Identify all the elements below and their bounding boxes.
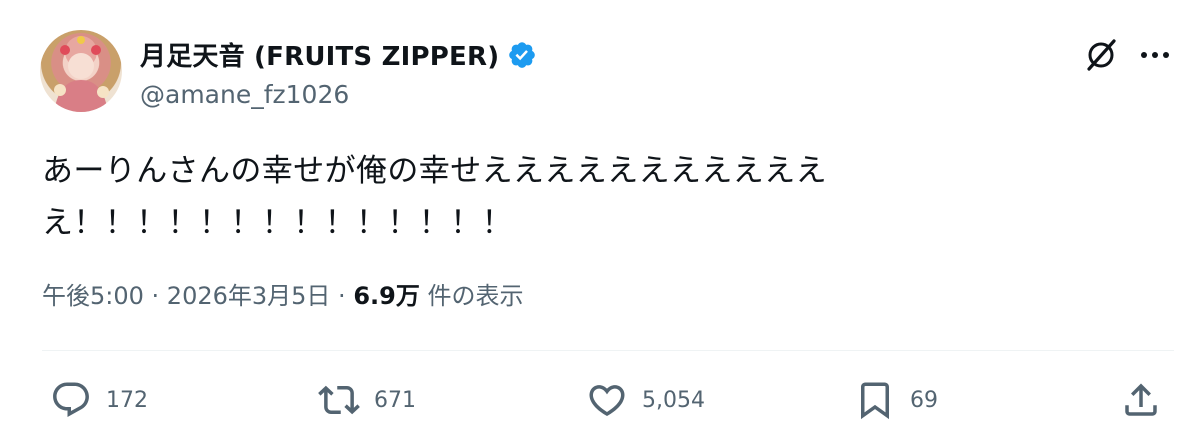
reply-button[interactable]: 172 xyxy=(50,378,148,422)
display-name[interactable]: 月足天音 (FRUITS ZIPPER) xyxy=(140,36,499,73)
view-count[interactable]: 6.9万 xyxy=(353,282,420,310)
bookmark-icon xyxy=(861,382,889,420)
heart-icon xyxy=(589,385,625,417)
more-options-icon[interactable] xyxy=(1136,36,1174,74)
tweet-date[interactable]: 2026年3月5日 xyxy=(167,282,331,310)
avatar-image xyxy=(54,36,109,112)
tweet-text: あーりんさんの幸せが俺の幸せえええええええええええ え！！！！！！！！！！！！！… xyxy=(42,145,902,249)
like-button[interactable]: 5,054 xyxy=(586,378,705,422)
avatar[interactable] xyxy=(40,30,122,112)
tweet-meta: 午後5:00 · 2026年3月5日 · 6.9万 件の表示 xyxy=(42,276,523,311)
repost-count: 671 xyxy=(374,387,416,413)
tweet-text-line-1: あーりんさんの幸せが俺の幸せえええええええええええ xyxy=(42,153,827,189)
meta-separator: · xyxy=(143,282,167,310)
reply-icon xyxy=(53,382,89,417)
meta-separator: · xyxy=(330,282,354,310)
author-handle[interactable]: @amane_fz1026 xyxy=(140,80,349,109)
bookmark-button[interactable]: 69 xyxy=(854,378,938,422)
divider xyxy=(42,350,1174,351)
author-name-row[interactable]: 月足天音 (FRUITS ZIPPER) xyxy=(140,36,537,73)
tweet-time[interactable]: 午後5:00 xyxy=(42,282,144,310)
verified-badge-icon[interactable] xyxy=(507,40,537,70)
reply-count: 172 xyxy=(106,387,148,413)
repost-button[interactable]: 671 xyxy=(318,378,416,422)
share-button[interactable] xyxy=(1120,378,1162,422)
view-count-label[interactable]: 件の表示 xyxy=(420,282,523,310)
like-count: 5,054 xyxy=(642,387,705,413)
share-icon xyxy=(1125,383,1157,416)
bookmark-count: 69 xyxy=(910,387,938,413)
grok-icon[interactable] xyxy=(1082,36,1120,74)
repost-icon xyxy=(318,385,360,415)
tweet-text-line-2: え！！！！！！！！！！！！！！ xyxy=(42,205,513,241)
